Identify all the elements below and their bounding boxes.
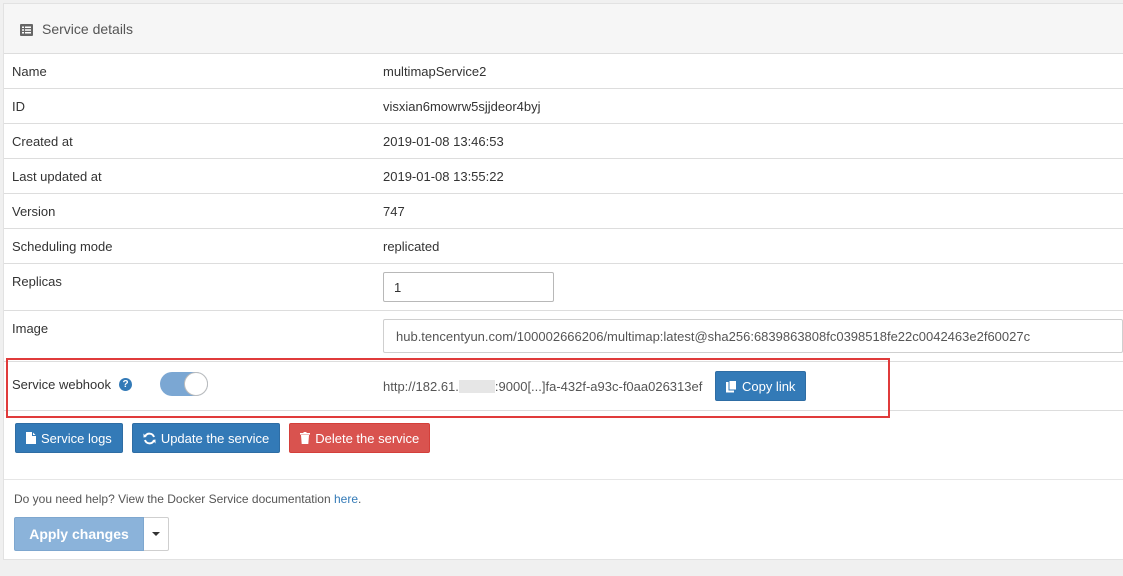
replicas-input[interactable]	[383, 272, 554, 302]
table-row: Name multimapService2	[4, 54, 1123, 89]
webhook-toggle[interactable]	[160, 372, 208, 396]
table-row: Service webhook ? http://182.61. :9000[..…	[4, 361, 1123, 411]
update-service-label: Update the service	[160, 430, 270, 446]
table-row: Image	[4, 310, 1123, 362]
table-row: Replicas	[4, 263, 1123, 311]
copy-link-label: Copy link	[741, 378, 796, 394]
copy-icon	[725, 379, 737, 393]
update-service-button[interactable]: Update the service	[131, 423, 281, 453]
copy-link-button[interactable]: Copy link	[714, 371, 807, 401]
trash-icon	[300, 432, 311, 444]
row-label-replicas: Replicas	[12, 274, 62, 289]
apply-options-dropdown[interactable]	[144, 517, 169, 551]
question-icon[interactable]: ?	[119, 377, 132, 391]
table-row: Version 747	[4, 193, 1123, 229]
row-value-name: multimapService2	[383, 64, 487, 79]
webhook-url-suffix: :9000[...]fa-432f-a93c-f0aa026313ef	[494, 378, 703, 394]
panel-header: Service details	[4, 4, 1123, 54]
image-input[interactable]	[383, 319, 1123, 353]
refresh-icon	[143, 432, 156, 445]
apply-changes-group: Apply changes	[14, 517, 169, 551]
service-logs-label: Service logs	[41, 430, 112, 446]
service-actions: Service logs Update the service Delete t…	[15, 423, 431, 453]
delete-service-button[interactable]: Delete the service	[289, 423, 431, 453]
docs-link[interactable]: here	[334, 492, 358, 506]
webhook-url-prefix: http://182.61.	[383, 378, 459, 394]
toggle-knob	[184, 372, 208, 396]
row-value-id: visxian6mowrw5sjjdeor4byj	[383, 99, 541, 114]
row-label-webhook: Service webhook	[12, 376, 111, 392]
row-label-image: Image	[12, 321, 49, 336]
table-row: Created at 2019-01-08 13:46:53	[4, 123, 1123, 159]
help-text-suffix: .	[358, 492, 362, 506]
row-label-scheduling: Scheduling mode	[12, 239, 113, 254]
divider	[4, 479, 1123, 480]
table-row: Last updated at 2019-01-08 13:55:22	[4, 158, 1123, 194]
apply-changes-button[interactable]: Apply changes	[14, 517, 144, 551]
delete-service-label: Delete the service	[315, 430, 420, 446]
row-label-created: Created at	[12, 134, 73, 149]
row-value-scheduling: replicated	[383, 239, 440, 254]
details-table: Name multimapService2 ID visxian6mowrw5s…	[4, 54, 1123, 411]
service-details-panel: Service details Name multimapService2 ID…	[3, 3, 1123, 560]
row-label-version: Version	[12, 204, 56, 219]
redacted-mask	[458, 379, 495, 393]
help-text: Do you need help? View the Docker Servic…	[14, 492, 361, 506]
table-row: Scheduling mode replicated	[4, 228, 1123, 264]
table-row: ID visxian6mowrw5sjjdeor4byj	[4, 88, 1123, 124]
row-label-id: ID	[12, 99, 25, 114]
row-value-updated: 2019-01-08 13:55:22	[383, 169, 504, 184]
row-label-updated: Last updated at	[12, 169, 102, 184]
webhook-url: http://182.61. :9000[...]fa-432f-a93c-f0a…	[383, 379, 702, 394]
row-value-created: 2019-01-08 13:46:53	[383, 134, 504, 149]
row-label-name: Name	[12, 64, 47, 79]
caret-down-icon	[152, 532, 160, 536]
service-logs-button[interactable]: Service logs	[15, 423, 123, 453]
help-text-body: Do you need help? View the Docker Servic…	[14, 492, 334, 506]
row-value-version: 747	[383, 204, 405, 219]
list-icon	[20, 23, 33, 36]
panel-title: Service details	[42, 20, 134, 37]
file-icon	[26, 432, 36, 444]
